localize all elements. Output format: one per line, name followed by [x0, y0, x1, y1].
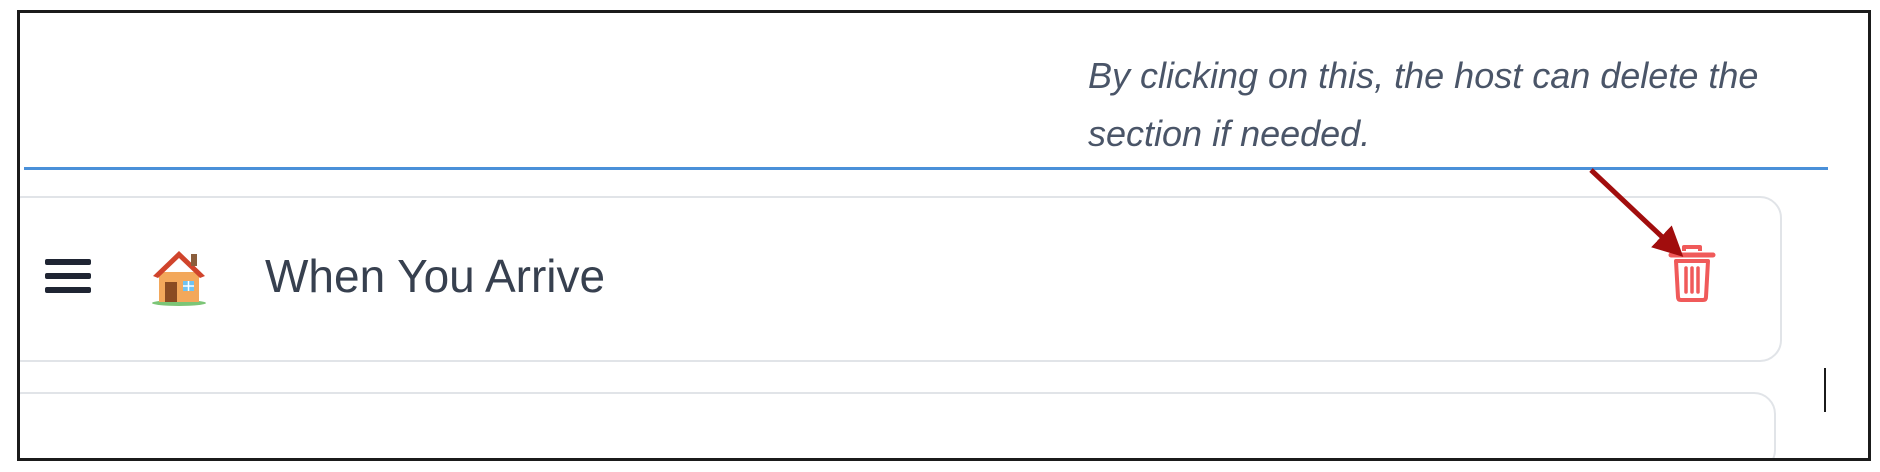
text-cursor	[1824, 368, 1826, 412]
drag-handle-icon[interactable]	[45, 255, 91, 297]
screenshot-frame: By clicking on this, the host can delete…	[17, 10, 1871, 461]
trash-icon[interactable]	[1668, 245, 1716, 303]
annotation-line-1: By clicking on this, the host can delete…	[1088, 55, 1759, 96]
section-title[interactable]: When You Arrive	[265, 249, 605, 303]
house-icon	[150, 246, 208, 306]
annotation-line-2: section if needed.	[1088, 113, 1371, 154]
divider-line	[24, 167, 1828, 170]
next-section-card[interactable]	[20, 392, 1776, 458]
annotation-callout: By clicking on this, the host can delete…	[1088, 47, 1868, 163]
